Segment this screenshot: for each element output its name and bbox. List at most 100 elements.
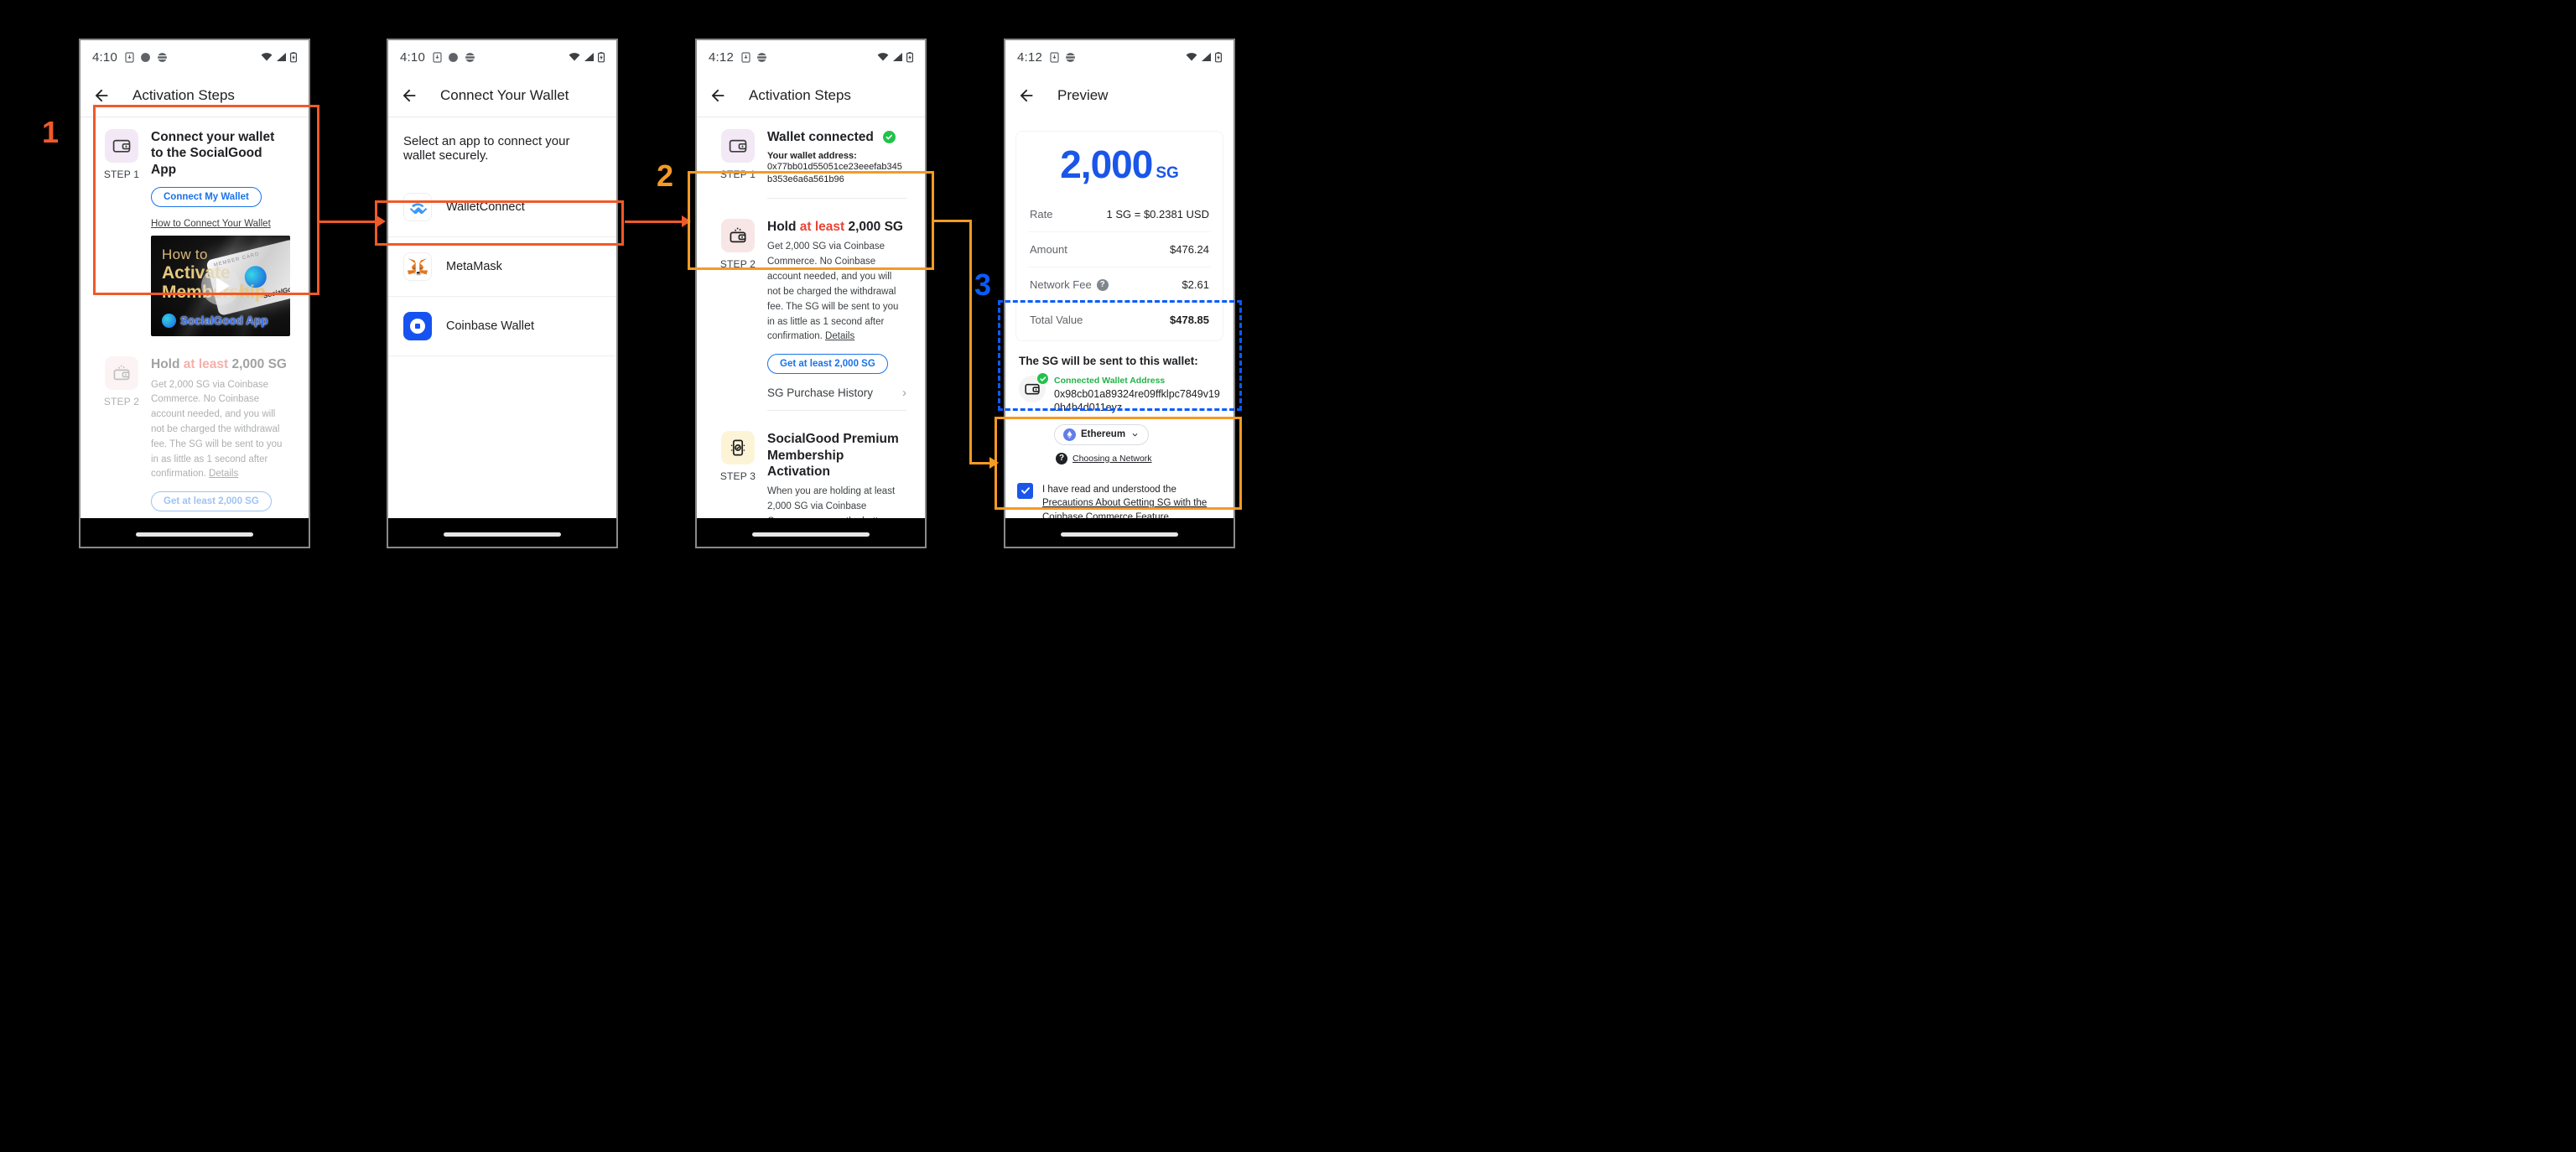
agreement-row[interactable]: I have read and understood the Precautio… <box>1017 482 1222 518</box>
step-2-hold-sg-3: STEP 2 Hold at least 2,000 SG Get 2,000 … <box>712 207 910 419</box>
divider <box>767 198 906 200</box>
walletconnect-icon <box>403 193 432 221</box>
phone-2-screen: 4:10 Connect Your Wallet Select an app t… <box>388 40 616 518</box>
step-2-hold-sg: STEP 2 Hold at least 2,000 SG Get 2,000 … <box>96 345 293 518</box>
sim-download-icon <box>741 51 750 63</box>
step-2-details-link[interactable]: Details <box>209 469 238 479</box>
get-at-least-2000-sg-button-3[interactable]: Get at least 2,000 SG <box>767 354 888 375</box>
step-2-title-emphasis: at least <box>183 357 229 372</box>
network-selector[interactable]: Ethereum <box>1054 423 1150 445</box>
agreement-checkbox[interactable] <box>1017 482 1033 499</box>
wallet-icon <box>721 129 755 163</box>
play-button-icon[interactable] <box>201 267 240 306</box>
ethereum-icon <box>1063 428 1076 441</box>
wifi-icon <box>1186 53 1197 61</box>
precautions-link[interactable]: Precautions About Getting SG with the Co… <box>1042 498 1207 518</box>
how-to-connect-link[interactable]: How to Connect Your Wallet <box>151 219 290 229</box>
preview-rows: Rate 1 SG = $0.2381 USD Amount $476.24 N… <box>1028 197 1211 337</box>
preview-amount-value: 2,000 <box>1060 143 1153 186</box>
step-3-activation-3: STEP 3 SocialGood Premium Membership Act… <box>712 419 910 518</box>
destination-wallet-title: The SG will be sent to this wallet: <box>1019 355 1198 367</box>
step-2-details-link-3[interactable]: Details <box>825 331 854 341</box>
connect-my-wallet-button[interactable]: Connect My Wallet <box>151 187 262 208</box>
signal-icon <box>1202 53 1211 61</box>
connector-3-4-h1 <box>933 220 972 222</box>
back-arrow-icon[interactable] <box>92 86 111 105</box>
signal-icon <box>277 53 286 61</box>
connected-wallet-address-value: 0x98cb01a89324re09ffklpc7849v190h4b4d011… <box>1054 388 1220 414</box>
question-mark-icon[interactable]: ? <box>1096 278 1109 291</box>
wifi-icon <box>261 53 273 61</box>
step-3-label-3: STEP 3 <box>719 470 756 483</box>
status-time-3: 4:12 <box>709 49 734 65</box>
globe-icon <box>465 52 475 62</box>
battery-charging-icon <box>290 51 297 62</box>
wallet-address-value: 0x77bb01d55051ce23eeefab345b353e6a6a561b… <box>767 162 902 185</box>
battery-charging-icon <box>906 51 913 62</box>
phone-1-activation-steps: 4:10 Activation Steps STEP 1 Connect you… <box>79 39 310 548</box>
annotation-marker-3: 3 <box>974 267 992 302</box>
home-indicator[interactable] <box>136 532 253 537</box>
sim-download-icon <box>1050 51 1059 63</box>
step-1-label: STEP 1 <box>103 169 140 180</box>
status-left-icons <box>125 51 168 63</box>
home-indicator[interactable] <box>752 532 870 537</box>
sim-download-icon <box>125 51 134 63</box>
sg-purchase-history-row[interactable]: SG Purchase History › <box>151 511 290 518</box>
phone-check-icon <box>721 431 755 465</box>
system-navbar-2 <box>388 518 616 547</box>
how-to-video-thumbnail[interactable]: MEMBER CARD SocialGood How to Activate M… <box>151 236 290 337</box>
status-left-icons-4 <box>1050 51 1076 63</box>
sg-purchase-history-row-3[interactable]: SG Purchase History › <box>767 374 906 412</box>
globe-icon <box>1066 52 1075 62</box>
step-2-description-3: Get 2,000 SG via Coinbase Commerce. No C… <box>767 240 906 345</box>
home-indicator[interactable] <box>444 532 561 537</box>
step-2-left: STEP 2 <box>96 356 148 518</box>
annotation-marker-1: 1 <box>42 115 60 149</box>
metamask-fox-icon <box>403 252 432 281</box>
back-arrow-icon[interactable] <box>400 86 418 105</box>
phone-1-screen: 4:10 Activation Steps STEP 1 Connect you… <box>80 40 309 518</box>
connector-1-2-arrowhead <box>377 215 386 227</box>
step-1-body-3: Wallet connected Your wallet address: 0x… <box>764 129 910 200</box>
globe-icon <box>158 52 167 62</box>
wallet-option-label: MetaMask <box>446 260 502 273</box>
status-bar-4: 4:12 <box>1005 40 1233 74</box>
chevron-right-icon: › <box>902 386 906 401</box>
preview-row-amount-key: Amount <box>1030 243 1067 256</box>
green-check-icon <box>883 131 896 144</box>
status-right-icons-2 <box>569 51 605 63</box>
circle-icon <box>141 52 150 62</box>
step-3-title-3: SocialGood Premium Membership Activation <box>767 432 899 479</box>
choosing-a-network-link[interactable]: ? Choosing a Network <box>1056 452 1220 464</box>
wallet-option-walletconnect[interactable]: WalletConnect <box>388 178 616 237</box>
home-indicator[interactable] <box>1061 532 1178 537</box>
step-2-title-pre: Hold <box>151 357 184 372</box>
battery-charging-icon <box>1215 51 1222 62</box>
preview-row-amount: Amount $476.24 <box>1028 232 1211 267</box>
wallet-option-metamask[interactable]: MetaMask <box>388 237 616 297</box>
preview-row-fee-key: Network Fee ? <box>1030 278 1109 291</box>
connector-2-3-line <box>625 221 683 223</box>
preview-row-network-fee: Network Fee ? $2.61 <box>1028 267 1211 303</box>
back-arrow-icon[interactable] <box>709 86 727 105</box>
connector-2-3-arrowhead <box>682 215 691 227</box>
get-at-least-2000-sg-button[interactable]: Get at least 2,000 SG <box>151 491 272 512</box>
app-bar-4: Preview <box>1005 74 1233 117</box>
back-arrow-icon[interactable] <box>1017 86 1036 105</box>
step-3-body-3: SocialGood Premium Membership Activation… <box>764 431 910 518</box>
status-left-icons-2 <box>433 51 475 63</box>
step-2-desc-text-3: Get 2,000 SG via Coinbase Commerce. No C… <box>767 241 899 342</box>
wifi-icon <box>877 53 889 61</box>
select-app-instruction: Select an app to connect your wallet sec… <box>403 134 570 163</box>
preview-row-total: Total Value $478.85 <box>1028 303 1211 337</box>
step-2-title-3: Hold at least 2,000 SG <box>767 219 906 235</box>
wallet-option-coinbase[interactable]: Coinbase Wallet <box>388 297 616 356</box>
choosing-a-network-label: Choosing a Network <box>1072 453 1152 464</box>
step-1-body: Connect your wallet to the SocialGood Ap… <box>148 129 293 337</box>
preview-row-fee-label: Network Fee <box>1030 278 1092 291</box>
preview-amount-unit: SG <box>1156 164 1179 182</box>
green-check-icon <box>1037 373 1048 384</box>
page-title-3: Activation Steps <box>749 86 851 103</box>
system-navbar-4 <box>1005 518 1233 547</box>
